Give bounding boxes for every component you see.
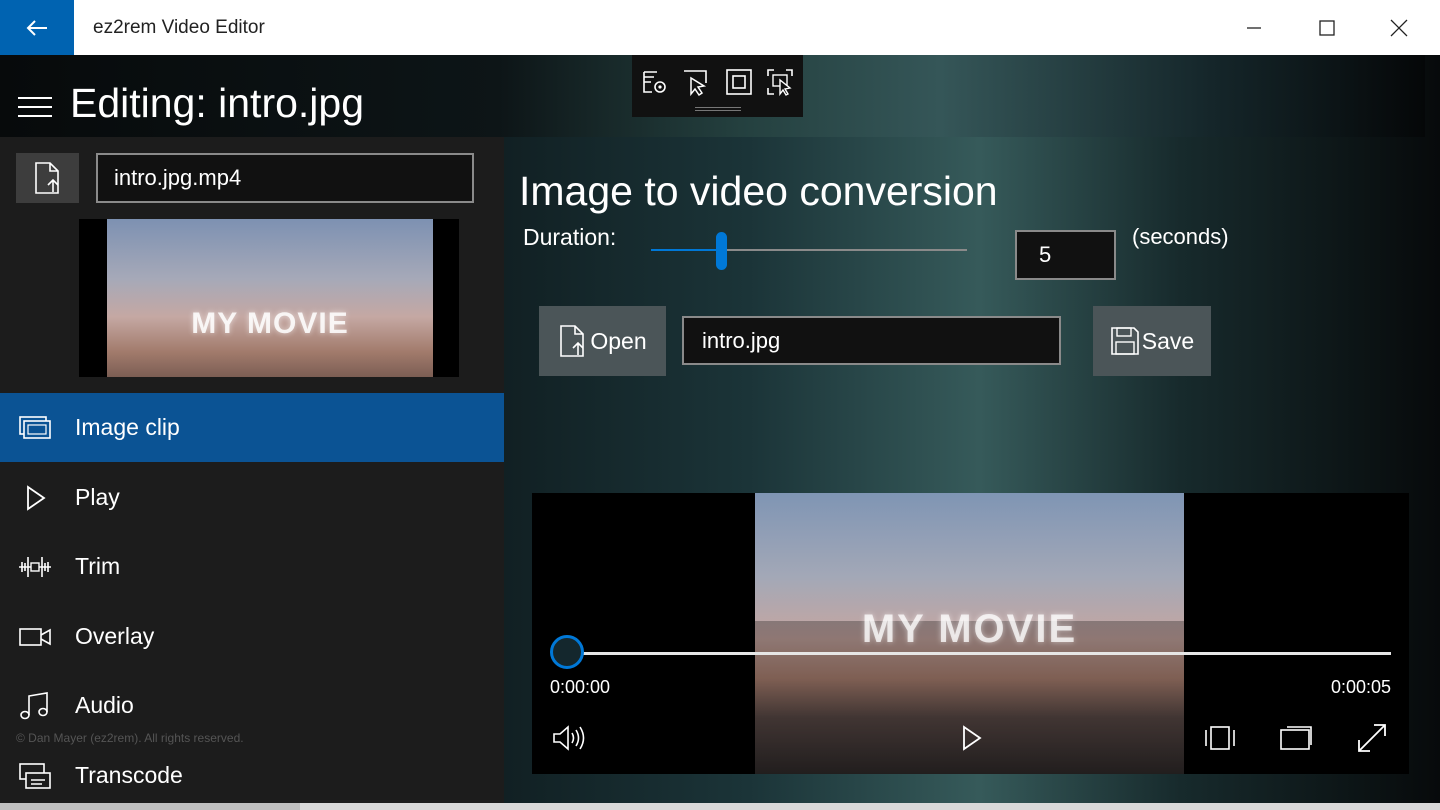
duration-slider-thumb[interactable] xyxy=(716,232,727,270)
back-button[interactable] xyxy=(0,0,74,55)
settings-document-icon[interactable] xyxy=(640,67,670,97)
cast-button[interactable] xyxy=(1278,720,1314,756)
aspect-ratio-icon xyxy=(1205,726,1235,750)
fullscreen-button[interactable] xyxy=(1354,720,1390,756)
transcode-icon xyxy=(18,759,52,793)
save-disk-icon xyxy=(1110,327,1139,355)
open-button-label: Open xyxy=(590,327,647,354)
nav-item-play[interactable]: Play xyxy=(0,463,504,532)
nav-item-audio[interactable]: Audio xyxy=(0,671,504,740)
seek-bar[interactable] xyxy=(569,652,1391,655)
nav-item-transcode[interactable]: Transcode xyxy=(0,741,504,810)
video-camera-icon xyxy=(18,620,52,654)
nav-item-image-clip[interactable]: Image clip xyxy=(0,393,504,462)
aspect-ratio-button[interactable] xyxy=(1202,720,1238,756)
current-time: 0:00:00 xyxy=(550,677,611,697)
nav-label: Overlay xyxy=(75,623,155,649)
nav-label: Trim xyxy=(75,553,121,579)
duration-slider-fill xyxy=(651,249,721,251)
nav-item-trim[interactable]: Trim xyxy=(0,532,504,601)
duration-input[interactable] xyxy=(1015,230,1116,280)
title-bar: ez2rem Video Editor xyxy=(0,0,1440,55)
video-overlay-text: MY MOVIE xyxy=(861,607,1078,651)
image-clip-icon xyxy=(18,411,52,445)
volume-icon xyxy=(553,725,585,751)
volume-button[interactable] xyxy=(551,720,587,756)
save-button-label: Save xyxy=(1141,327,1195,354)
minimize-icon xyxy=(1247,26,1261,29)
taskbar-strip-segment xyxy=(0,803,300,810)
window-title: ez2rem Video Editor xyxy=(93,17,265,38)
open-button[interactable]: Open xyxy=(539,306,666,376)
minimize-button[interactable] xyxy=(1218,0,1290,55)
seek-thumb[interactable] xyxy=(550,635,584,669)
close-icon xyxy=(1390,19,1408,36)
toolbar-grip[interactable] xyxy=(695,107,741,111)
maximize-icon xyxy=(1319,19,1335,36)
nav-label: Play xyxy=(75,484,120,510)
cast-icon xyxy=(1280,726,1312,750)
pointer-select-icon[interactable] xyxy=(681,67,711,97)
fit-frame-icon[interactable] xyxy=(724,67,754,97)
fullscreen-select-icon[interactable] xyxy=(765,67,795,97)
close-button[interactable] xyxy=(1363,0,1435,55)
thumbnail-image: MY MOVIE xyxy=(107,219,433,377)
play-icon xyxy=(18,481,52,515)
nav-item-overlay[interactable]: Overlay xyxy=(0,602,504,671)
floating-toolbar xyxy=(632,55,803,117)
export-file-icon xyxy=(34,162,59,194)
save-button[interactable]: Save xyxy=(1093,306,1211,376)
page-title: Editing: intro.jpg xyxy=(70,80,365,126)
thumbnail-text: MY MOVIE xyxy=(191,307,349,340)
maximize-button[interactable] xyxy=(1291,0,1363,55)
source-file-input[interactable] xyxy=(682,316,1061,365)
open-file-icon xyxy=(560,325,585,357)
total-time: 0:00:05 xyxy=(1331,677,1392,697)
duration-slider[interactable] xyxy=(651,249,967,251)
duration-unit-label: (seconds) xyxy=(1132,224,1229,249)
nav-label: Audio xyxy=(75,692,134,718)
nav-label: Image clip xyxy=(75,414,180,440)
play-button[interactable] xyxy=(953,720,989,756)
back-arrow-icon xyxy=(26,19,47,36)
music-note-icon xyxy=(18,689,52,723)
nav-label: Transcode xyxy=(75,762,183,788)
duration-label: Duration: xyxy=(523,224,617,250)
fullscreen-icon xyxy=(1358,724,1386,752)
output-filename-input[interactable] xyxy=(96,153,474,203)
trim-icon xyxy=(18,550,52,584)
hamburger-menu-button[interactable] xyxy=(18,97,52,119)
play-icon xyxy=(963,725,982,751)
section-title: Image to video conversion xyxy=(519,168,998,214)
export-button[interactable] xyxy=(16,153,79,203)
